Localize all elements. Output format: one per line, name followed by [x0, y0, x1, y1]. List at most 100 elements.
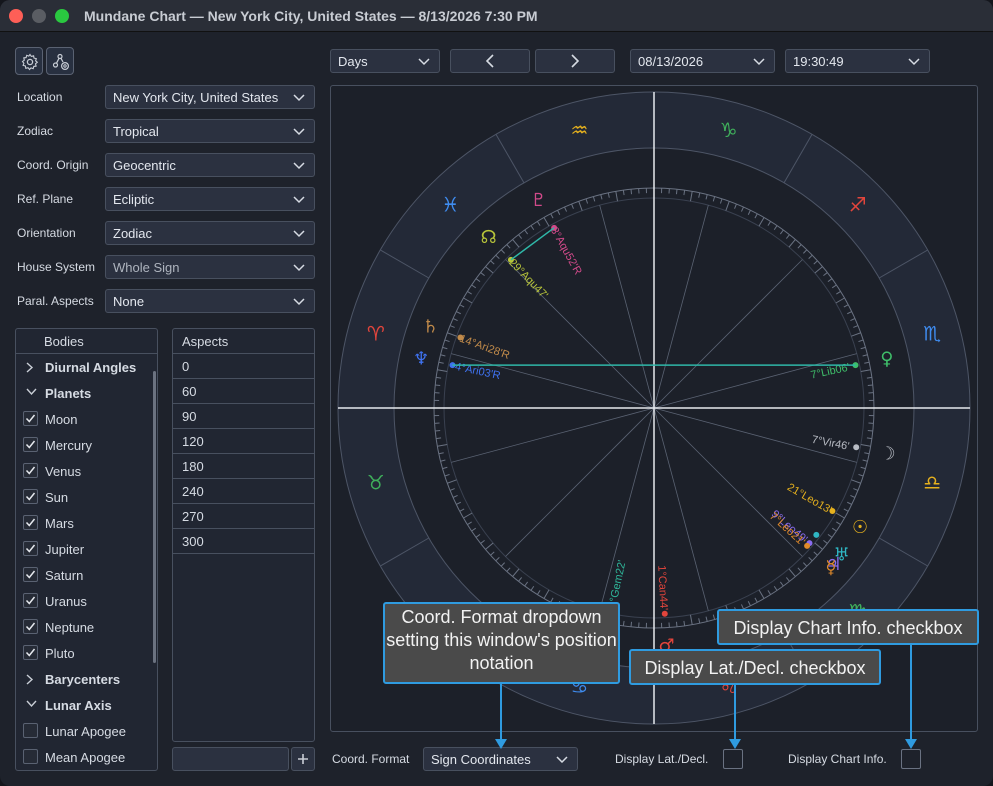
body-item[interactable]: Saturn [16, 562, 157, 588]
body-checkbox[interactable] [23, 593, 38, 608]
field-select[interactable]: Tropical [105, 119, 315, 143]
aspect-row[interactable]: 60 [173, 379, 314, 404]
checkmark-icon [25, 544, 36, 553]
degree-tick [866, 437, 872, 440]
step-back-button[interactable] [450, 49, 530, 73]
aspect-row[interactable]: 240 [173, 479, 314, 504]
body-item[interactable]: Mars [16, 510, 157, 536]
aspect-row[interactable]: 300 [173, 529, 314, 554]
chart-info-checkbox[interactable] [901, 749, 921, 769]
planet-dot[interactable] [813, 531, 820, 538]
body-checkbox[interactable] [23, 437, 38, 452]
body-item[interactable]: Venus [16, 458, 157, 484]
body-checkbox[interactable] [23, 463, 38, 478]
body-checkbox[interactable] [23, 541, 38, 556]
planet-glyph[interactable]: ☊ [481, 227, 497, 248]
body-checkbox[interactable] [23, 723, 38, 738]
field-select[interactable]: New York City, United States [105, 85, 315, 109]
checkmark-icon [25, 492, 36, 501]
aspects-header[interactable]: Aspects [173, 329, 314, 354]
tree-category[interactable]: Lunar Axis [16, 692, 157, 718]
settings-button[interactable] [15, 47, 43, 75]
planet-dot[interactable] [853, 444, 860, 451]
time-step-select[interactable]: Days [330, 49, 440, 73]
body-item[interactable]: Pluto [16, 640, 157, 666]
body-item[interactable]: Moon [16, 406, 157, 432]
tree-category[interactable]: Planets [16, 380, 157, 406]
body-item[interactable]: Mean Apogee [16, 744, 157, 770]
field-value: New York City, United States [113, 90, 279, 105]
body-checkbox[interactable] [23, 567, 38, 582]
lat-decl-label: Display Lat./Decl. [615, 752, 709, 766]
body-checkbox[interactable] [23, 749, 38, 764]
body-checkbox[interactable] [23, 515, 38, 530]
planet-glyph[interactable]: ☽ [880, 443, 896, 464]
body-item[interactable]: Sun [16, 484, 157, 510]
degree-tick [683, 620, 686, 626]
body-label: Moon [45, 412, 78, 427]
planet-glyph[interactable]: ☉ [852, 517, 868, 538]
tree-category[interactable]: Barycenters [16, 666, 157, 692]
degree-tick [435, 429, 441, 432]
body-checkbox[interactable] [23, 619, 38, 634]
sign-glyph: ♈ [367, 321, 385, 345]
time-select[interactable]: 19:30:49 [785, 49, 930, 73]
close-window-button[interactable] [9, 9, 23, 23]
chevron-down-icon [293, 298, 305, 306]
body-item[interactable]: Jupiter [16, 536, 157, 562]
planet-glyph[interactable]: ♇ [531, 190, 547, 211]
checkmark-icon [25, 466, 36, 475]
aspect-row[interactable]: 270 [173, 504, 314, 529]
degree-tick [436, 376, 442, 379]
new-aspect-input[interactable] [172, 747, 289, 771]
field-select[interactable]: None [105, 289, 315, 313]
body-label: Mars [45, 516, 74, 531]
aspect-row[interactable]: 120 [173, 429, 314, 454]
planet-dot[interactable] [804, 542, 811, 549]
sign-glyph: ♉ [367, 471, 385, 495]
planet-dot[interactable] [661, 610, 668, 617]
tree-label: Planets [45, 386, 92, 401]
chevron-down-icon [293, 94, 305, 102]
aspect-row[interactable]: 180 [173, 454, 314, 479]
checkmark-icon [25, 518, 36, 527]
body-item[interactable]: Lunar Apogee [16, 718, 157, 744]
body-checkbox[interactable] [23, 489, 38, 504]
degree-tick [867, 384, 873, 387]
field-select[interactable]: Ecliptic [105, 187, 315, 211]
date-select[interactable]: 08/13/2026 [630, 49, 775, 73]
zoom-window-button[interactable] [55, 9, 69, 23]
body-item[interactable]: Mercury [16, 432, 157, 458]
tree-category[interactable]: Diurnal Angles [16, 354, 157, 380]
body-checkbox[interactable] [23, 411, 38, 426]
bodies-scrollbar[interactable] [153, 371, 156, 663]
sign-glyph: ♒ [570, 118, 588, 142]
minimize-window-button[interactable] [32, 9, 46, 23]
aspect-row[interactable]: 0 [173, 354, 314, 379]
body-checkbox[interactable] [23, 645, 38, 660]
aspect-row[interactable]: 90 [173, 404, 314, 429]
node-settings-button[interactable] [46, 47, 74, 75]
field-select[interactable]: Zodiac [105, 221, 315, 245]
bodies-header[interactable]: Bodies [16, 329, 157, 354]
planet-glyph[interactable]: ♄ [422, 317, 438, 338]
field-select[interactable]: Whole Sign [105, 255, 315, 279]
body-label: Venus [45, 464, 82, 479]
body-item[interactable]: Neptune [16, 614, 157, 640]
step-forward-button[interactable] [535, 49, 615, 73]
add-aspect-button[interactable] [291, 747, 315, 771]
planet-glyph[interactable]: ♆ [413, 349, 429, 370]
degree-tick [675, 189, 678, 195]
chevron-down-icon [26, 700, 37, 708]
sign-glyph: ♑ [720, 118, 738, 142]
body-item[interactable]: Uranus [16, 588, 157, 614]
lat-decl-checkbox[interactable] [723, 749, 743, 769]
field-value: Ecliptic [113, 192, 155, 207]
coord-format-callout: Coord. Format dropdown setting this wind… [383, 602, 620, 684]
planet-glyph[interactable]: ♀ [880, 349, 893, 370]
field-select[interactable]: Geocentric [105, 153, 315, 177]
planet-glyph[interactable]: ♅ [833, 545, 849, 566]
coord-format-select[interactable]: Sign Coordinates [423, 747, 578, 771]
plus-icon [298, 754, 308, 764]
coord-format-arrow [500, 684, 502, 740]
